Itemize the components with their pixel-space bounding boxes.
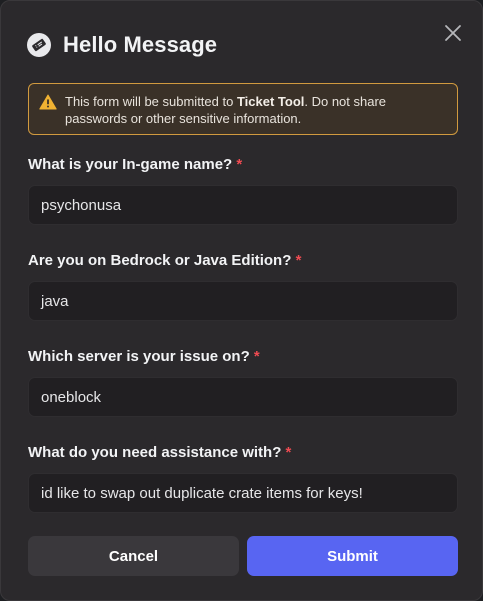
submission-notice: This form will be submitted to Ticket To… <box>28 83 458 135</box>
required-mark: * <box>236 156 243 173</box>
modal-header: Hello Message <box>27 31 217 59</box>
modal-title: Hello Message <box>63 32 218 57</box>
notice-prefix: This form will be submitted to <box>65 94 237 109</box>
notice-app-name: Ticket Tool <box>236 94 305 109</box>
required-mark: * <box>253 348 260 365</box>
field-label-assistance: What do you need assistance with? * <box>28 444 292 461</box>
ingame-name-input[interactable]: psychonusa <box>28 185 458 225</box>
server-input[interactable]: oneblock <box>28 377 458 417</box>
cancel-button[interactable]: Cancel <box>28 536 239 576</box>
required-mark: * <box>285 444 292 461</box>
field-label-ingame-name: What is your In-game name? * <box>28 156 243 173</box>
field-label-edition: Are you on Bedrock or Java Edition? * <box>28 252 302 269</box>
field-label-server: Which server is your issue on? * <box>28 348 260 365</box>
assistance-input[interactable]: id like to swap out duplicate crate item… <box>28 473 458 513</box>
submit-button[interactable]: Submit <box>247 536 458 576</box>
warning-icon <box>39 94 57 110</box>
close-icon[interactable] <box>443 23 463 43</box>
required-mark: * <box>295 252 302 269</box>
ticket-icon <box>27 33 51 57</box>
modal-dialog: Hello Message This form will be submitte… <box>0 0 483 601</box>
edition-input[interactable]: java <box>28 281 458 321</box>
